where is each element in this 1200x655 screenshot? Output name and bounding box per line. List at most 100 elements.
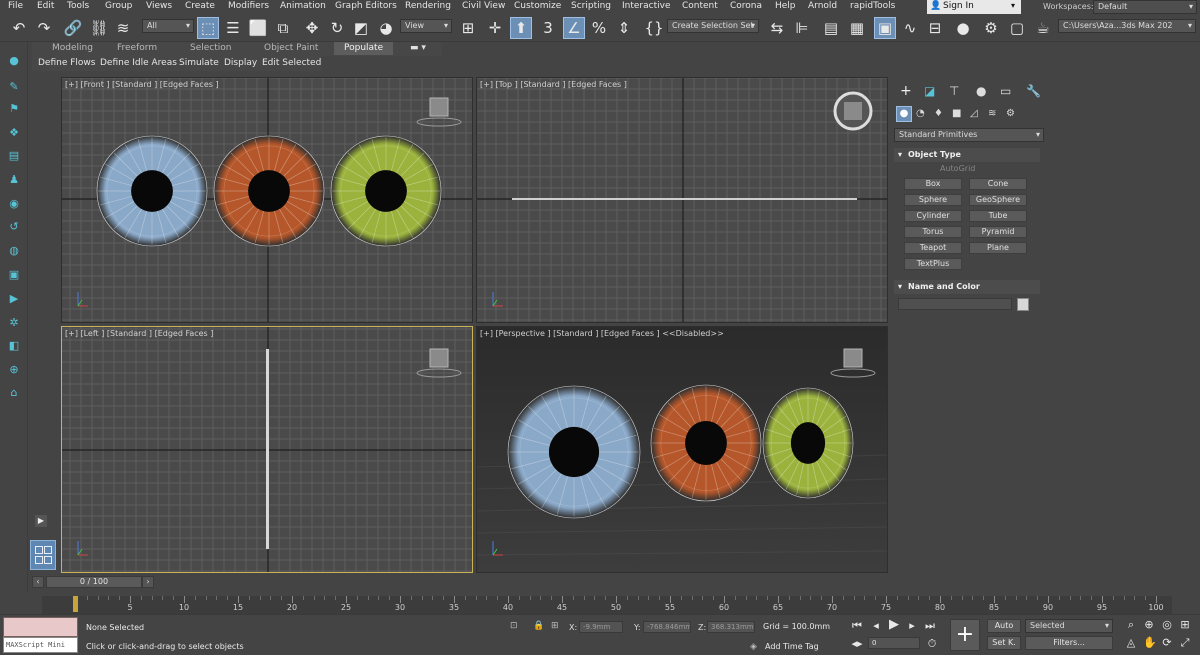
select-by-name-icon[interactable]: ☰ bbox=[222, 17, 244, 39]
redo-icon[interactable]: ↷ bbox=[33, 17, 55, 39]
menu-interactive[interactable]: Interactive bbox=[622, 1, 670, 11]
scale-icon[interactable]: ◩ bbox=[350, 17, 372, 39]
menu-create[interactable]: Create bbox=[185, 1, 215, 11]
unlink-icon[interactable]: ⛓ bbox=[88, 17, 110, 39]
maximize-viewport-icon[interactable]: ⤢ bbox=[1179, 637, 1191, 649]
workspace-select[interactable]: Default bbox=[1093, 0, 1197, 14]
zoom-extents-icon[interactable]: ◎ bbox=[1161, 619, 1173, 631]
go-to-end-icon[interactable]: ⏭ bbox=[924, 620, 936, 632]
pan-icon[interactable]: ✋ bbox=[1143, 637, 1157, 649]
teapot-button[interactable]: Teapot bbox=[904, 242, 962, 254]
pyramid-button[interactable]: Pyramid bbox=[969, 226, 1027, 238]
viewport-layout-icon[interactable] bbox=[30, 540, 56, 570]
pivot-center-icon[interactable]: ⊞ bbox=[457, 17, 479, 39]
menu-content[interactable]: Content bbox=[682, 1, 718, 11]
selection-filter-select[interactable]: All bbox=[142, 19, 194, 33]
zoom-extents-all-icon[interactable]: ⊞ bbox=[1179, 619, 1191, 631]
menu-rapidtools[interactable]: rapidTools bbox=[850, 1, 895, 11]
move-icon[interactable]: ✥ bbox=[301, 17, 323, 39]
prev-frame-icon[interactable]: ◂ bbox=[870, 620, 882, 632]
time-config-icon[interactable]: ⏱ bbox=[926, 638, 938, 650]
menu-animation[interactable]: Animation bbox=[280, 1, 326, 11]
textplus-button[interactable]: TextPlus bbox=[904, 258, 962, 270]
simulate-button[interactable]: Simulate bbox=[179, 58, 219, 68]
angle-snap-icon[interactable]: ∠ bbox=[563, 17, 585, 39]
define-idle-areas-button[interactable]: Define Idle Areas bbox=[100, 58, 177, 68]
x-coordinate-field[interactable]: -9.9mm bbox=[579, 621, 623, 633]
key-mode-icon[interactable]: ◂▸ bbox=[851, 638, 863, 650]
tab-modeling[interactable]: Modeling bbox=[52, 43, 93, 53]
sphere-tool-icon[interactable]: ◍ bbox=[7, 244, 21, 258]
next-frame-icon[interactable]: ▸ bbox=[906, 620, 918, 632]
menu-tools[interactable]: Tools bbox=[67, 1, 89, 11]
keyboard-shortcut-override-icon[interactable]: ⬆ bbox=[510, 17, 532, 39]
set-key-button[interactable]: Set K. bbox=[987, 636, 1021, 650]
tab-object-paint[interactable]: Object Paint bbox=[264, 43, 318, 53]
menu-group[interactable]: Group bbox=[105, 1, 132, 11]
add-time-tag[interactable]: Add Time Tag bbox=[765, 642, 819, 651]
percent-snap-icon[interactable]: % bbox=[588, 17, 610, 39]
cameras-icon[interactable]: ■ bbox=[952, 108, 961, 119]
align-icon[interactable]: ⊫ bbox=[791, 17, 813, 39]
film-icon[interactable]: ▶ bbox=[7, 292, 21, 306]
menu-help[interactable]: Help bbox=[775, 1, 796, 11]
space-warps-icon[interactable]: ≋ bbox=[988, 108, 996, 119]
field-of-view-icon[interactable]: ◬ bbox=[1125, 637, 1137, 649]
edit-named-selection-icon[interactable]: {} bbox=[643, 17, 665, 39]
object-type-rollout-header[interactable]: Object Type bbox=[894, 148, 1040, 162]
menu-file[interactable]: File bbox=[8, 1, 23, 11]
orbit-icon[interactable]: ⟳ bbox=[1161, 637, 1173, 649]
key-filters-button[interactable]: Filters... bbox=[1025, 636, 1113, 650]
scene-explorer-icon[interactable]: ▤ bbox=[820, 17, 842, 39]
paint-icon[interactable]: ✎ bbox=[7, 80, 21, 94]
systems-icon[interactable]: ⚙ bbox=[1006, 108, 1015, 119]
primitive-category-select[interactable]: Standard Primitives bbox=[894, 128, 1044, 142]
bind-space-warp-icon[interactable]: ≋ bbox=[112, 17, 134, 39]
plane-button[interactable]: Plane bbox=[969, 242, 1027, 254]
display-button[interactable]: Display bbox=[224, 58, 257, 68]
tube-button[interactable]: Tube bbox=[969, 210, 1027, 222]
lights-icon[interactable]: ♦ bbox=[934, 108, 943, 119]
light-icon[interactable]: ● bbox=[7, 54, 21, 68]
menu-views[interactable]: Views bbox=[146, 1, 172, 11]
current-frame-field[interactable]: 0 bbox=[868, 637, 920, 649]
menu-arnold[interactable]: Arnold bbox=[808, 1, 837, 11]
prev-frame-small-icon[interactable]: ‹ bbox=[32, 576, 44, 588]
menu-corona[interactable]: Corona bbox=[730, 1, 762, 11]
viewport-perspective[interactable]: [+] [Perspective ] [Standard ] [Edged Fa… bbox=[476, 326, 888, 573]
tab-freeform[interactable]: Freeform bbox=[117, 43, 157, 53]
sphere-button[interactable]: Sphere bbox=[904, 194, 962, 206]
viewport-front[interactable]: [+] [Front ] [Standard ] [Edged Faces ] bbox=[61, 77, 473, 323]
menu-modifiers[interactable]: Modifiers bbox=[228, 1, 269, 11]
lock-icon[interactable]: 🔒 bbox=[533, 621, 544, 631]
shapes-icon[interactable]: ◔ bbox=[916, 108, 925, 119]
menu-edit[interactable]: Edit bbox=[37, 1, 54, 11]
track-bar[interactable]: 0510152025303540455055606570758085909510… bbox=[42, 596, 1172, 614]
y-coordinate-field[interactable]: -768.846mm bbox=[643, 621, 691, 633]
render-setup-icon[interactable]: ⚙ bbox=[980, 17, 1002, 39]
layers-icon[interactable]: ▤ bbox=[7, 149, 21, 163]
helper-icon[interactable]: ⌂ bbox=[7, 386, 21, 400]
viewport-left-label[interactable]: [+] [Left ] [Standard ] [Edged Faces ] bbox=[65, 329, 213, 338]
maxscript-mini-field[interactable]: MAXScript Mini bbox=[3, 637, 78, 653]
box-tool-icon[interactable]: ▣ bbox=[7, 268, 21, 282]
select-object-icon[interactable]: ⬚ bbox=[197, 17, 219, 39]
menu-customize[interactable]: Customize bbox=[514, 1, 561, 11]
create-tab-icon[interactable]: + bbox=[900, 83, 912, 99]
utilities-tab-icon[interactable]: 🔧 bbox=[1026, 84, 1041, 98]
menu-civil-view[interactable]: Civil View bbox=[462, 1, 505, 11]
menu-scripting[interactable]: Scripting bbox=[571, 1, 611, 11]
current-frame-marker[interactable] bbox=[73, 596, 78, 612]
hierarchy-tab-icon[interactable]: ⊤ bbox=[949, 84, 959, 98]
cycle-icon[interactable]: ↺ bbox=[7, 220, 21, 234]
curve-editor-icon[interactable]: ∿ bbox=[899, 17, 921, 39]
play-small-icon[interactable]: ▶ bbox=[35, 515, 47, 527]
display-tab-icon[interactable]: ▭ bbox=[1000, 84, 1011, 98]
modify-tab-icon[interactable]: ◪ bbox=[924, 84, 935, 98]
undo-icon[interactable]: ↶ bbox=[8, 17, 30, 39]
cone-button[interactable]: Cone bbox=[969, 178, 1027, 190]
spinner-snap-icon[interactable]: ⇕ bbox=[613, 17, 635, 39]
viewport-left[interactable]: [+] [Left ] [Standard ] [Edged Faces ] bbox=[61, 326, 473, 573]
geometry-icon[interactable]: ● bbox=[896, 106, 912, 122]
snaps-toggle-icon[interactable]: 3 bbox=[537, 17, 559, 39]
